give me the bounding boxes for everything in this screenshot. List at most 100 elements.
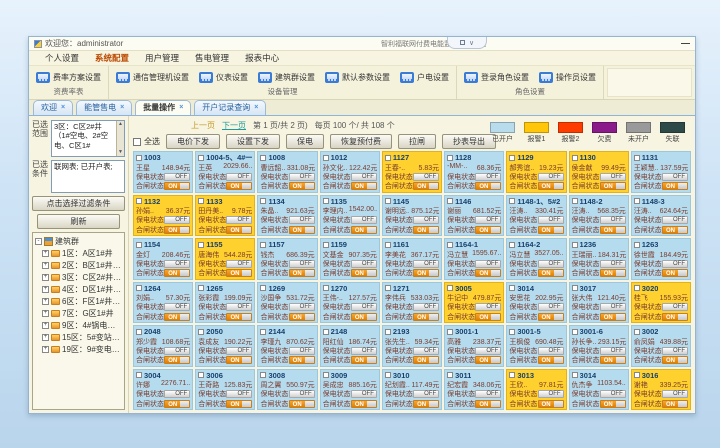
gate-toggle[interactable]: ON [475, 400, 501, 408]
gate-toggle[interactable]: ON [351, 356, 377, 364]
power-protect-toggle[interactable]: OFF [164, 347, 190, 355]
gate-toggle[interactable]: ON [289, 313, 315, 321]
gate-toggle[interactable]: ON [538, 226, 564, 234]
card-checkbox[interactable] [323, 372, 329, 378]
power-protect-toggle[interactable]: OFF [662, 347, 688, 355]
meter-card[interactable]: 2148 阳红仙 186.74元 保电状态 OFF 合闸状态 [320, 325, 380, 367]
card-checkbox[interactable] [634, 198, 640, 204]
card-checkbox[interactable] [385, 285, 391, 291]
gate-toggle[interactable]: ON [475, 182, 501, 190]
power-protect-toggle[interactable]: OFF [538, 173, 564, 181]
action-button[interactable]: 电价下发 [166, 134, 220, 149]
power-protect-toggle[interactable]: OFF [289, 260, 315, 268]
power-protect-toggle[interactable]: OFF [662, 173, 688, 181]
power-protect-toggle[interactable]: OFF [662, 260, 688, 268]
power-protect-toggle[interactable]: OFF [413, 216, 439, 224]
expand-icon[interactable]: + [42, 298, 49, 305]
power-protect-toggle[interactable]: OFF [600, 390, 626, 398]
card-checkbox[interactable] [634, 285, 640, 291]
expand-icon[interactable]: + [42, 322, 49, 329]
meter-card[interactable]: 1155 唐海伟 544.28元 保电状态 OFF 合闸状态 [195, 238, 255, 280]
document-tab[interactable]: 开户记录查询 × [194, 100, 266, 115]
power-protect-toggle[interactable]: OFF [351, 173, 377, 181]
power-protect-toggle[interactable]: OFF [164, 216, 190, 224]
ribbon-button[interactable]: 仪表设置 [199, 72, 248, 83]
card-checkbox[interactable] [509, 198, 515, 204]
card-checkbox[interactable] [136, 198, 142, 204]
card-checkbox[interactable] [260, 329, 266, 335]
meter-card[interactable]: 3008 周之翼 550.97元 保电状态 OFF 合闸状态 [257, 369, 317, 411]
meter-card[interactable]: 1270 王伟-.. 127.57元 保电状态 OFF 合闸状态 [320, 282, 380, 324]
gate-toggle[interactable]: ON [538, 182, 564, 190]
meter-card[interactable]: 1128 -MM-.. 68.36元 保电状态 OFF 合闸状态 [444, 151, 504, 193]
expand-icon[interactable]: + [42, 346, 49, 353]
power-protect-toggle[interactable]: OFF [289, 173, 315, 181]
meter-card[interactable]: 1133 田丹美.. 9.78元 保电状态 OFF 合闸状态 [195, 195, 255, 237]
meter-card[interactable]: 1271 李伟兵 533.03元 保电状态 OFF 合闸状态 [382, 282, 442, 324]
collapse-icon[interactable]: - [35, 238, 42, 245]
power-protect-toggle[interactable]: OFF [226, 173, 252, 181]
card-checkbox[interactable] [198, 329, 204, 335]
power-protect-toggle[interactable]: OFF [538, 347, 564, 355]
gate-toggle[interactable]: ON [164, 400, 190, 408]
card-checkbox[interactable] [572, 329, 578, 335]
gate-toggle[interactable]: ON [475, 226, 501, 234]
power-protect-toggle[interactable]: OFF [226, 260, 252, 268]
tab-close-icon[interactable]: × [179, 104, 183, 111]
tree-node[interactable]: + 4区：D区1#井（D区1… [42, 283, 122, 295]
gate-toggle[interactable]: ON [413, 400, 439, 408]
gate-toggle[interactable]: ON [289, 269, 315, 277]
meter-card[interactable]: 1130 侯金献 99.49元 保电状态 OFF 合闸状态 [569, 151, 629, 193]
card-checkbox[interactable] [385, 155, 391, 161]
meter-card[interactable]: 1148-1、5#2 汪涛.. 330.41元 保电状态 OFF 合闸状态 [506, 195, 566, 237]
meter-card[interactable]: 3002 俞凤娟 439.88元 保电状态 OFF 合闸状态 [631, 325, 691, 367]
meter-card[interactable]: 1131 王颖慧.. 137.59元 保电状态 OFF 合闸状态 [631, 151, 691, 193]
gate-toggle[interactable]: ON [413, 226, 439, 234]
card-checkbox[interactable] [198, 285, 204, 291]
card-checkbox[interactable] [447, 242, 453, 248]
gate-toggle[interactable]: ON [538, 313, 564, 321]
card-checkbox[interactable] [136, 242, 142, 248]
meter-card[interactable]: 3016 谢艳 339.25元 保电状态 OFF 合闸状态 [631, 369, 691, 411]
tree-node[interactable]: + 1区：A区1#井 [42, 247, 122, 259]
power-protect-toggle[interactable]: OFF [538, 303, 564, 311]
document-tab[interactable]: 批量操作 × [135, 100, 191, 115]
refresh-button[interactable]: 刷新 [37, 214, 121, 229]
gate-toggle[interactable]: ON [600, 182, 626, 190]
card-checkbox[interactable] [572, 372, 578, 378]
gate-toggle[interactable]: ON [164, 356, 190, 364]
power-protect-toggle[interactable]: OFF [289, 216, 315, 224]
chevron-down-icon[interactable]: ∨ [469, 39, 474, 47]
menu-item[interactable]: 用户管理 [145, 52, 179, 64]
document-tab[interactable]: 能管售电 × [76, 100, 132, 115]
power-protect-toggle[interactable]: OFF [475, 390, 501, 398]
ribbon-button[interactable]: 费率方案设置 [36, 72, 101, 83]
gate-toggle[interactable]: ON [538, 269, 564, 277]
power-protect-toggle[interactable]: OFF [164, 390, 190, 398]
card-checkbox[interactable] [447, 285, 453, 291]
card-checkbox[interactable] [136, 372, 142, 378]
power-protect-toggle[interactable]: OFF [164, 303, 190, 311]
meter-card[interactable]: 2144 李瑾九 870.62元 保电状态 OFF 合闸状态 [257, 325, 317, 367]
meter-card[interactable]: 1012 孙文化.. 122.42元 保电状态 OFF 合闸状态 [320, 151, 380, 193]
power-protect-toggle[interactable]: OFF [289, 303, 315, 311]
meter-card[interactable]: 3011 纪宏霞 348.06元 保电状态 OFF 合闸状态 [444, 369, 504, 411]
card-checkbox[interactable] [260, 242, 266, 248]
tree-root-node[interactable]: - 建筑群 [35, 235, 122, 247]
meter-card[interactable]: 1164-2 冯立慧 3527.05.. 保电状态 OFF 合闸状态 [506, 238, 566, 280]
card-checkbox[interactable] [385, 242, 391, 248]
gate-toggle[interactable]: ON [662, 226, 688, 234]
card-checkbox[interactable] [323, 285, 329, 291]
meter-card[interactable]: 3001-6 孙长争.. 293.15元 保电状态 OFF 合闸状态 [569, 325, 629, 367]
meter-card[interactable]: 1008 曹远韶.. 331.08元 保电状态 OFF 合闸状态 [257, 151, 317, 193]
power-protect-toggle[interactable]: OFF [226, 347, 252, 355]
card-checkbox[interactable] [198, 198, 204, 204]
gate-toggle[interactable]: ON [226, 226, 252, 234]
card-checkbox[interactable] [447, 155, 453, 161]
meter-card[interactable]: 3013 王欣.. 97.81元 保电状态 OFF 合闸状态 [506, 369, 566, 411]
meter-card[interactable]: 1269 沙国争 531.72元 保电状态 OFF 合闸状态 [257, 282, 317, 324]
power-protect-toggle[interactable]: OFF [475, 216, 501, 224]
gate-toggle[interactable]: ON [600, 269, 626, 277]
gate-toggle[interactable]: ON [226, 356, 252, 364]
card-checkbox[interactable] [447, 372, 453, 378]
